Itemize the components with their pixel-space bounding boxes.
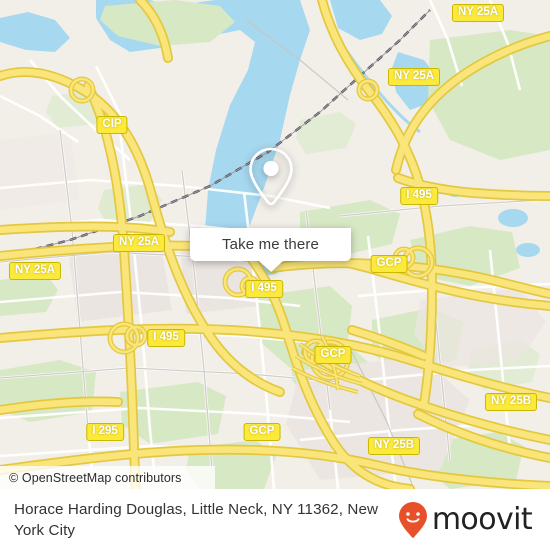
popup-action-bar[interactable]: Take me there	[190, 228, 351, 272]
road-shield: NY 25B	[484, 393, 538, 411]
popup-pointer-tail	[258, 261, 283, 272]
road-shield-label: I 295	[92, 425, 118, 437]
take-me-there-popup[interactable]: Take me there	[190, 126, 351, 272]
caption-bar: Horace Harding Douglas, Little Neck, NY …	[0, 489, 550, 550]
road-shield-label: NY 25A	[118, 236, 160, 248]
map-pin-icon	[248, 147, 293, 206]
osm-attribution: © OpenStreetMap contributors	[0, 466, 215, 489]
road-shield: NY 25A	[8, 262, 62, 280]
road-shield: GCP	[370, 255, 408, 273]
road-shield-label: NY 25A	[457, 6, 499, 18]
road-shield: NY 25A	[387, 68, 441, 86]
popup-icon-area	[190, 126, 351, 228]
road-shield-label: GCP	[249, 425, 275, 437]
road-shield-label: I 495	[406, 189, 432, 201]
road-shield-label: GCP	[376, 257, 402, 269]
osm-attribution-text: © OpenStreetMap contributors	[9, 470, 182, 485]
moovit-wordmark: moovit	[431, 502, 533, 537]
road-shield-label: GCP	[320, 348, 346, 360]
road-shield-label: CIP	[102, 118, 122, 130]
road-shield-label: NY 25B	[490, 395, 532, 407]
moovit-map-screen: NY 25A NY 25A CIP NY 25A NY 25A I 495 GCP I 495…	[0, 0, 550, 550]
address-text: Horace Harding Douglas, Little Neck, NY …	[14, 500, 379, 539]
moovit-pin-icon	[398, 501, 427, 538]
road-shield: CIP	[96, 116, 128, 134]
road-shield: I 495	[245, 280, 283, 298]
road-shield: I 495	[400, 187, 438, 205]
moovit-logo[interactable]: moovit	[398, 501, 533, 539]
road-shield: NY 25A	[451, 4, 505, 22]
road-shield-label: I 495	[251, 282, 277, 294]
road-shield: GCP	[314, 346, 352, 364]
road-shield: NY 25B	[367, 437, 421, 455]
road-shield: NY 25A	[112, 234, 166, 252]
road-shield-label: NY 25A	[14, 264, 56, 276]
take-me-there-label: Take me there	[222, 236, 319, 253]
road-shield: I 495	[147, 329, 185, 347]
map-canvas[interactable]: NY 25A NY 25A CIP NY 25A NY 25A I 495 GCP I 495…	[0, 0, 550, 489]
road-shield-label: I 495	[153, 331, 179, 343]
road-shield-label: NY 25A	[393, 70, 435, 82]
road-shield: GCP	[243, 423, 281, 441]
road-shield: I 295	[86, 423, 124, 441]
road-shield-label: NY 25B	[373, 439, 415, 451]
